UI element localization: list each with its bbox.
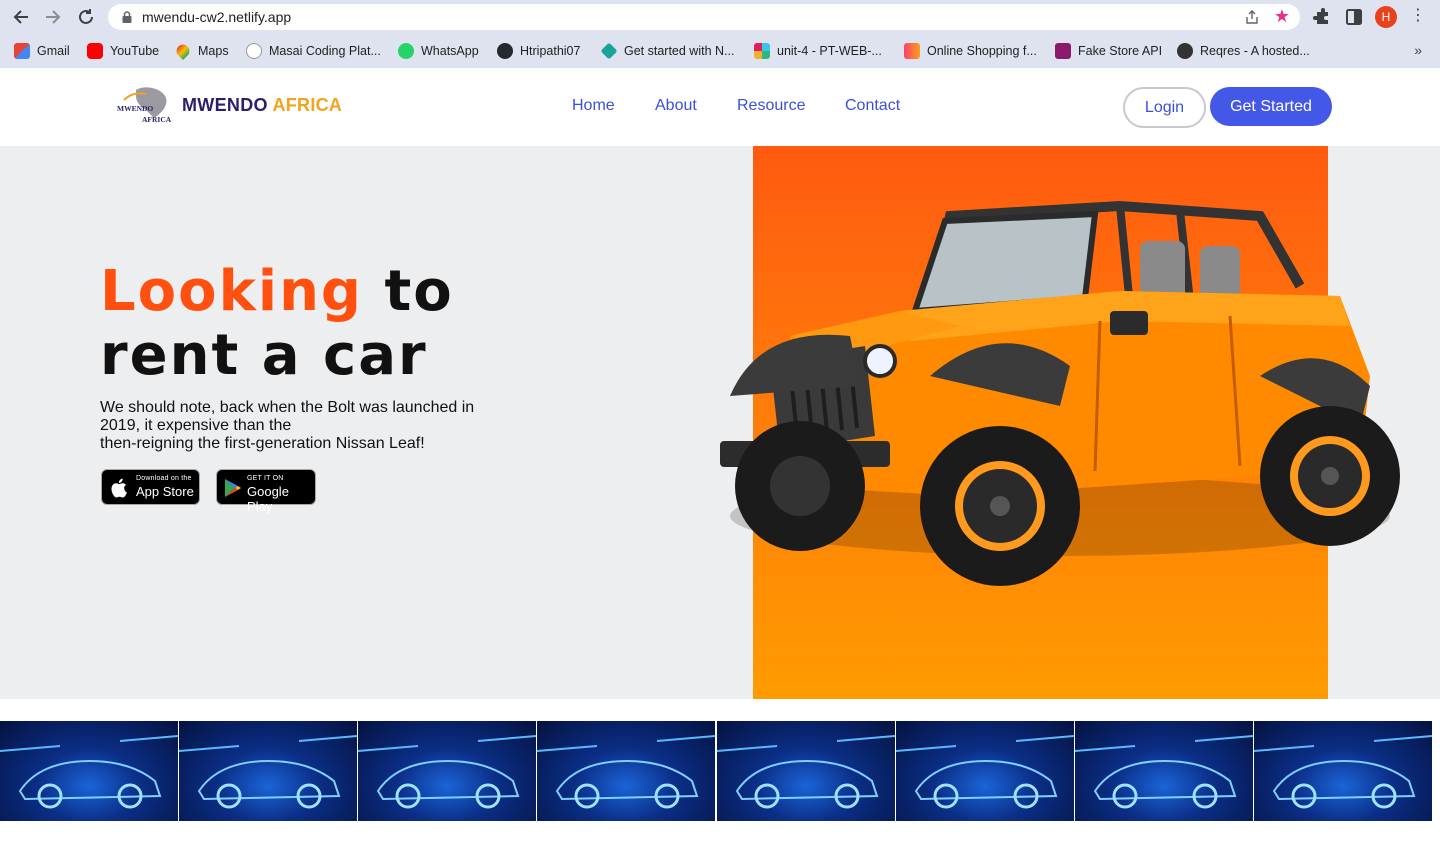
- google-play-small-text: GET IT ON: [247, 475, 284, 482]
- diamond-icon: [600, 42, 618, 60]
- hero-description-line2: then-reigning the first-generation Nissa…: [100, 435, 425, 452]
- gallery-tile[interactable]: [717, 721, 895, 821]
- github-icon: [497, 43, 513, 59]
- hero-section: Looking to rent a car We should note, ba…: [0, 146, 1440, 699]
- profile-avatar[interactable]: H: [1375, 6, 1397, 28]
- brand-name[interactable]: MWENDO AFRICA: [182, 95, 342, 116]
- gallery-tile[interactable]: [358, 721, 536, 821]
- gallery-tile[interactable]: [1075, 721, 1253, 821]
- nav-home[interactable]: Home: [572, 97, 615, 115]
- hero-description-line1: We should note, back when the Bolt was l…: [100, 399, 475, 434]
- brand-part-africa: AFRICA: [272, 95, 343, 115]
- brand-part-mwendo: MWENDO: [182, 95, 268, 115]
- logo-text-top: MWENDO: [117, 104, 153, 113]
- mwendo-logo[interactable]: MWENDO AFRICA: [116, 84, 174, 124]
- bookmarks-overflow-icon[interactable]: »: [1414, 42, 1422, 58]
- neon-car-image: [1075, 735, 1253, 809]
- login-button[interactable]: Login: [1123, 87, 1206, 128]
- slack-icon: [754, 43, 770, 59]
- bookmark-github[interactable]: Htripathi07: [497, 42, 580, 60]
- neon-car-image: [358, 735, 536, 809]
- hero-title-accent: Looking: [100, 259, 364, 324]
- gmail-icon: [14, 43, 30, 59]
- url-text: mwendu-cw2.netlify.app: [142, 9, 292, 25]
- bookmark-youtube[interactable]: YouTube: [87, 42, 159, 60]
- address-bar[interactable]: mwendu-cw2.netlify.app ★: [108, 4, 1300, 30]
- nav-about[interactable]: About: [655, 97, 697, 115]
- google-play-button[interactable]: GET IT ON Google Play: [216, 469, 316, 514]
- back-icon[interactable]: [10, 6, 32, 28]
- hero-title-to: to: [384, 259, 454, 324]
- nav-resource[interactable]: Resource: [737, 97, 805, 115]
- app-store-button[interactable]: Download on the App Store: [101, 469, 200, 505]
- sidebar-icon[interactable]: [1343, 6, 1365, 28]
- neon-car-image: [1254, 735, 1432, 809]
- gallery-tile[interactable]: [0, 721, 178, 821]
- gallery-tile[interactable]: [1254, 721, 1432, 821]
- browser-toolbar: mwendu-cw2.netlify.app ★ H ⋮: [0, 0, 1440, 34]
- fakestore-icon: [1055, 43, 1071, 59]
- share-icon[interactable]: [1244, 9, 1260, 25]
- logo-text-bottom: AFRICA: [142, 115, 172, 124]
- get-started-button[interactable]: Get Started: [1210, 87, 1332, 126]
- car-gallery-strip: [0, 721, 1440, 821]
- web-page: MWENDO AFRICA MWENDO AFRICA Home About R…: [0, 68, 1440, 857]
- apple-icon: [111, 478, 127, 498]
- whatsapp-icon: [398, 43, 414, 59]
- bookmark-unit4[interactable]: unit-4 - PT-WEB-...: [754, 42, 882, 60]
- app-store-small-text: Download on the: [136, 475, 192, 482]
- google-play-big-text: Google Play: [247, 484, 289, 514]
- menu-kebab-icon[interactable]: ⋮: [1410, 5, 1426, 25]
- reload-icon[interactable]: [75, 6, 97, 28]
- bookmark-maps[interactable]: Maps: [173, 41, 229, 61]
- bookmark-gmail[interactable]: Gmail: [14, 42, 70, 60]
- reqres-icon: [1177, 43, 1193, 59]
- browser-chrome: mwendu-cw2.netlify.app ★ H ⋮ Gmail YouTu…: [0, 0, 1440, 68]
- hero-description: We should note, back when the Bolt was l…: [100, 399, 480, 453]
- app-store-big-text: App Store: [136, 484, 194, 499]
- hero-title-line2: rent a car: [100, 323, 428, 388]
- site-header: MWENDO AFRICA MWENDO AFRICA Home About R…: [0, 68, 1440, 146]
- bookmark-masai[interactable]: Masai Coding Plat...: [246, 42, 381, 60]
- bookmark-get-started[interactable]: Get started with N...: [600, 42, 734, 60]
- neon-car-image: [0, 735, 178, 809]
- youtube-icon: [87, 43, 103, 59]
- lock-icon: [122, 11, 132, 23]
- gallery-tile[interactable]: [537, 721, 715, 821]
- bookmarks-bar: Gmail YouTube Maps Masai Coding Plat... …: [0, 34, 1440, 68]
- gallery-tile[interactable]: [896, 721, 1074, 821]
- neon-car-image: [537, 735, 715, 809]
- bookmark-online-shopping[interactable]: Online Shopping f...: [904, 42, 1037, 60]
- neon-car-image: [179, 735, 357, 809]
- maps-icon: [173, 41, 193, 61]
- forward-icon[interactable]: [42, 6, 64, 28]
- google-play-icon: [225, 479, 241, 497]
- masai-icon: [246, 43, 262, 59]
- bookmark-whatsapp[interactable]: WhatsApp: [398, 42, 479, 60]
- neon-car-image: [717, 735, 895, 809]
- extensions-icon[interactable]: [1311, 6, 1333, 28]
- bookmark-fake-store[interactable]: Fake Store API: [1055, 42, 1162, 60]
- neon-car-image: [896, 735, 1074, 809]
- orange-jeep-image: [720, 200, 1400, 586]
- myntra-icon: [904, 43, 920, 59]
- bookmark-reqres[interactable]: Reqres - A hosted...: [1177, 42, 1310, 60]
- hero-title: Looking to rent a car: [100, 260, 454, 388]
- nav-contact[interactable]: Contact: [845, 97, 900, 115]
- bookmark-star-icon[interactable]: ★: [1274, 6, 1290, 27]
- gallery-tile[interactable]: [179, 721, 357, 821]
